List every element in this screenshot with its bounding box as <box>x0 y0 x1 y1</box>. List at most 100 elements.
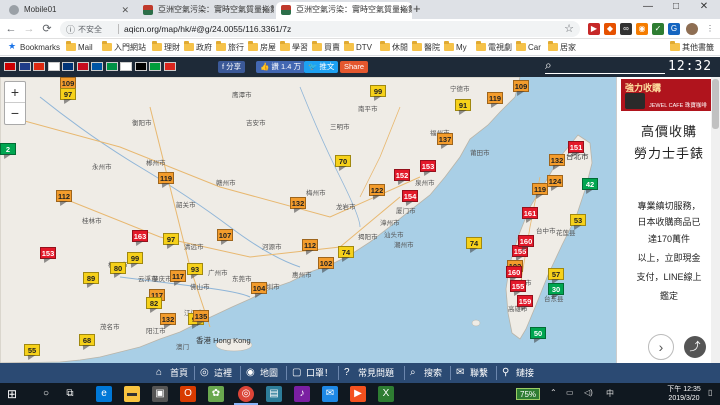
tab-aqi-2-active[interactable]: 亞洲空氣污染：實時空氣質量指數 ✕ <box>276 2 412 19</box>
bookmark-folder[interactable]: 居家 <box>548 41 576 54</box>
bookmark-folder[interactable]: 學習 <box>280 41 308 54</box>
chrome-icon[interactable]: ◎ <box>238 386 254 402</box>
aqi-station-marker[interactable]: 74 <box>338 246 354 258</box>
share-button[interactable]: Share <box>340 61 369 73</box>
aqi-station-marker[interactable]: 82 <box>146 297 162 309</box>
bookmark-star-icon[interactable]: ☆ <box>564 22 574 35</box>
bookmark-folder[interactable]: 休閒 <box>380 41 408 54</box>
aqi-station-marker[interactable]: 159 <box>517 295 533 307</box>
aqi-station-marker[interactable]: 112 <box>56 190 72 202</box>
bookmark-folder[interactable]: 入門網站 <box>102 41 146 54</box>
bookmark-folder[interactable]: 旅行 <box>216 41 244 54</box>
aqi-station-marker[interactable]: 55 <box>24 344 40 356</box>
facebook-share-button[interactable]: f 分享 <box>218 61 246 73</box>
ad-next-button[interactable]: › <box>648 334 674 360</box>
tab-close-icon[interactable]: ✕ <box>399 2 407 18</box>
aqi-station-marker[interactable]: 74 <box>466 237 482 249</box>
aqi-station-marker[interactable]: 152 <box>394 169 410 181</box>
maximize-button[interactable]: □ <box>662 1 690 12</box>
aqi-station-marker[interactable]: 153 <box>420 160 436 172</box>
aqi-station-marker[interactable]: 119 <box>158 172 174 184</box>
aqi-station-marker[interactable]: 151 <box>568 141 584 153</box>
tab-aqi-1[interactable]: 亞洲空氣污染：實時空氣質量指數 ✕ <box>138 2 274 19</box>
bookmark-folder[interactable]: DTV <box>344 41 372 54</box>
close-window-button[interactable]: ✕ <box>690 1 718 12</box>
aqi-station-marker[interactable]: 104 <box>251 282 267 294</box>
nav-map[interactable]: ◉ 地圖 <box>246 366 278 380</box>
task-view-icon[interactable]: ⧉ <box>62 386 78 402</box>
aqi-map[interactable]: + − 鹰潭市南平市福州市三明市莆田市泉州市厦门市漳州市龙岩市赣州市梅州市汕头市… <box>0 77 616 363</box>
app-icon[interactable]: X <box>378 386 394 402</box>
forward-button[interactable]: → <box>22 22 36 36</box>
language-flag-icon[interactable] <box>149 62 161 71</box>
profile-avatar[interactable] <box>686 23 698 35</box>
aqi-station-marker[interactable]: 124 <box>547 175 563 187</box>
url-text[interactable]: aqicn.org/map/hk/#@g/24.0055/116.3361/7z <box>124 24 291 34</box>
language-flag-icon[interactable] <box>62 62 74 71</box>
ime-indicator[interactable]: 中 <box>606 388 614 399</box>
aqi-station-marker[interactable]: 68 <box>79 334 95 346</box>
aqi-station-marker[interactable]: 97 <box>60 88 76 100</box>
bookmark-folder[interactable]: 房屋 <box>248 41 276 54</box>
ad-headline[interactable]: 高價收購 <box>617 121 720 140</box>
search-icon[interactable]: ⌕ <box>545 58 552 73</box>
aqi-station-marker[interactable]: 99 <box>127 252 143 264</box>
aqi-station-marker[interactable]: 30 <box>548 283 564 295</box>
page-scrollbar[interactable] <box>711 77 720 363</box>
aqi-station-marker[interactable]: 112 <box>302 239 318 251</box>
language-flag-icon[interactable] <box>4 62 16 71</box>
back-button[interactable]: ← <box>4 22 18 36</box>
minimize-button[interactable]: — <box>634 1 662 12</box>
aqi-station-marker[interactable]: 102 <box>318 257 334 269</box>
language-flag-icon[interactable] <box>33 62 45 71</box>
app-icon[interactable]: ♪ <box>294 386 310 402</box>
tab-close-icon[interactable]: ✕ <box>261 2 269 18</box>
aqi-station-marker[interactable]: 119 <box>487 92 503 104</box>
nav-contact[interactable]: ✉ 聯繫 <box>456 366 488 380</box>
language-flag-icon[interactable] <box>91 62 103 71</box>
app-icon[interactable]: ▤ <box>266 386 282 402</box>
ad-banner[interactable]: 強力收購 JEWEL CAFE 珠寶咖啡 <box>621 79 717 111</box>
language-flag-icon[interactable] <box>105 62 118 71</box>
language-flag-icon[interactable] <box>134 62 147 71</box>
ad-headline[interactable]: 勞力士手錶 <box>617 143 720 162</box>
zoom-in-button[interactable]: + <box>5 82 25 103</box>
language-flag-icon[interactable] <box>18 62 31 71</box>
windows-start-icon[interactable]: ⊞ <box>4 386 20 402</box>
language-flag-icon[interactable] <box>163 62 176 71</box>
aqi-station-marker[interactable]: 122 <box>369 184 385 196</box>
search-icon[interactable]: ○ <box>38 386 54 402</box>
other-bookmarks-folder[interactable]: 其他書籤 <box>670 41 714 54</box>
tray-up-icon[interactable]: ⌃ <box>550 388 557 397</box>
office-icon[interactable]: O <box>180 386 196 402</box>
tab-close-icon[interactable]: ✕ <box>121 2 129 18</box>
language-flag-icon[interactable] <box>76 62 89 71</box>
tweet-button[interactable]: 🐦 推文 <box>304 61 339 73</box>
aqi-station-marker[interactable]: 153 <box>40 247 56 259</box>
aqi-station-marker[interactable]: 163 <box>132 230 148 242</box>
file-explorer-icon[interactable]: ▬ <box>124 386 140 402</box>
bookmark-folder[interactable]: 買賣 <box>312 41 340 54</box>
nav-faq[interactable]: ? 常見問題 <box>344 366 394 380</box>
aqi-station-marker[interactable]: 107 <box>217 229 233 241</box>
app-icon[interactable]: ▶ <box>350 386 366 402</box>
bookmark-folder[interactable]: 政府 <box>184 41 212 54</box>
aqi-station-marker[interactable]: 132 <box>160 313 176 325</box>
ad-share-icon[interactable]: ⤴ <box>684 336 706 358</box>
bookmark-folder[interactable]: Car <box>516 41 541 54</box>
nav-here[interactable]: ◎ 這裡 <box>200 366 232 380</box>
aqi-station-marker[interactable]: 117 <box>170 270 186 282</box>
app-icon[interactable]: ▣ <box>152 386 168 402</box>
bookmark-folder[interactable]: Mail <box>66 41 93 54</box>
aqi-station-marker[interactable]: 70 <box>335 155 351 167</box>
aqi-station-marker[interactable]: 160 <box>506 266 522 278</box>
reload-button[interactable]: ⟳ <box>40 22 54 36</box>
bookmark-folder[interactable]: 電視劇 <box>476 41 512 54</box>
aqi-station-marker[interactable]: 137 <box>437 133 453 145</box>
aqi-station-marker[interactable]: 135 <box>193 310 209 322</box>
bookmark-star[interactable]: ★ Bookmarks <box>8 41 60 54</box>
aqi-station-marker[interactable]: 2 <box>0 143 16 155</box>
bookmark-folder[interactable]: 醫院 <box>412 41 440 54</box>
new-tab-button[interactable]: + <box>413 1 421 16</box>
aqi-station-marker[interactable]: 109 <box>513 80 529 92</box>
